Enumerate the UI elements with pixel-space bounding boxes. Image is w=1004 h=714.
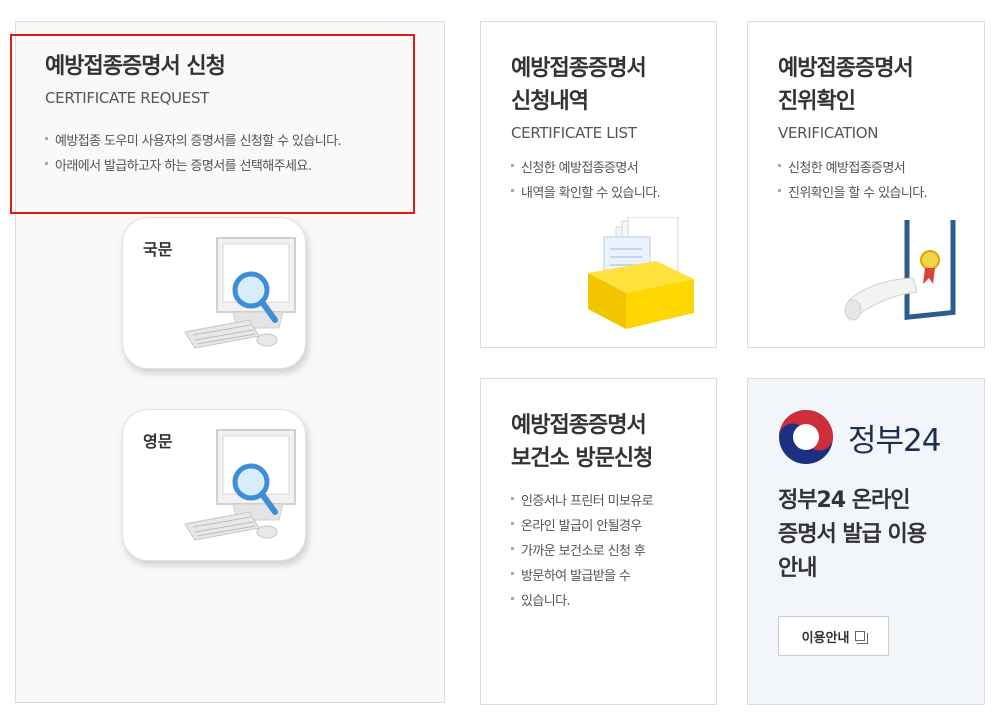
visit-description: 인증서나 프린터 미보유로 온라인 발급이 안될경우 가까운 보건소로 신청 후… — [511, 489, 711, 614]
computer-search-icon — [184, 237, 296, 349]
verify-desc-line: 진위확인을 할 수 있습니다. — [778, 181, 978, 206]
list-desc-line: 내역을 확인할 수 있습니다. — [511, 181, 711, 206]
visit-desc-line: 있습니다. — [511, 589, 711, 614]
verification-panel[interactable]: 예방접종증명서 진위확인 VERIFICATION 신청한 예방접종증명서 진위… — [747, 21, 985, 348]
list-title: 예방접종증명서 신청내역 — [511, 52, 711, 118]
list-desc-line: 신청한 예방접종증명서 — [511, 156, 711, 181]
certificate-request-header: 예방접종증명서 신청 CERTIFICATE REQUEST 예방접종 도우미 … — [45, 50, 342, 179]
certificate-list-panel[interactable]: 예방접종증명서 신청내역 CERTIFICATE LIST 신청한 예방접종증명… — [480, 21, 717, 348]
visit-desc-line: 인증서나 프린터 미보유로 — [511, 489, 711, 514]
request-title: 예방접종증명서 신청 — [45, 54, 226, 79]
list-description: 신청한 예방접종증명서 내역을 확인할 수 있습니다. — [511, 156, 711, 206]
taegeuk-icon — [779, 410, 833, 464]
guide-button-label: 이용안내 — [801, 630, 850, 646]
document-box-icon — [588, 217, 694, 329]
verify-text: 예방접종증명서 진위확인 VERIFICATION 신청한 예방접종증명서 진위… — [778, 52, 978, 206]
visit-desc-line: 온라인 발급이 안될경우 — [511, 514, 711, 539]
list-text: 예방접종증명서 신청내역 CERTIFICATE LIST 신청한 예방접종증명… — [511, 52, 711, 206]
request-description: 예방접종 도우미 사용자의 증명서를 신청할 수 있습니다. 아래에서 발급하고… — [45, 129, 342, 179]
list-title-line: 예방접종증명서 — [511, 56, 647, 81]
gov24-title-line: 증명서 발급 이용 — [778, 522, 927, 547]
certificate-scroll-icon — [844, 220, 956, 321]
verify-title: 예방접종증명서 진위확인 — [778, 52, 978, 118]
visit-text: 예방접종증명서 보건소 방문신청 인증서나 프린터 미보유로 온라인 발급이 안… — [511, 409, 711, 614]
gov24-logo-text: 정부24 — [848, 422, 941, 459]
korean-certificate-button[interactable]: 국문 — [122, 217, 306, 369]
gov24-panel: 정부24 정부24 온라인 증명서 발급 이용 안내 이용안내 — [747, 378, 985, 705]
computer-search-icon — [184, 429, 296, 541]
visit-title-line: 예방접종증명서 — [511, 413, 647, 438]
visit-title-line: 보건소 방문신청 — [511, 446, 653, 471]
visit-title: 예방접종증명서 보건소 방문신청 — [511, 409, 711, 475]
request-desc-item: 예방접종 도우미 사용자의 증명서를 신청할 수 있습니다. — [45, 129, 342, 154]
verify-subtitle: VERIFICATION — [778, 124, 879, 142]
list-subtitle: CERTIFICATE LIST — [511, 124, 637, 142]
english-certificate-button[interactable]: 영문 — [122, 409, 306, 561]
gov24-title-line: 정부24 온라인 — [778, 488, 910, 513]
gov24-title: 정부24 온라인 증명서 발급 이용 안내 — [778, 484, 968, 586]
visit-desc-line: 가까운 보건소로 신청 후 — [511, 539, 711, 564]
new-window-icon — [855, 631, 869, 644]
verify-title-line: 진위확인 — [778, 89, 856, 114]
request-desc-item: 아래에서 발급하고자 하는 증명서를 선택해주세요. — [45, 154, 341, 179]
list-title-line: 신청내역 — [511, 89, 589, 114]
verify-desc-line: 신청한 예방접종증명서 — [778, 156, 978, 181]
visit-desc-line: 방문하여 발급받을 수 — [511, 564, 711, 589]
gov24-title-line: 안내 — [778, 556, 817, 581]
gov24-guide-button[interactable]: 이용안내 — [778, 616, 889, 656]
health-center-visit-panel[interactable]: 예방접종증명서 보건소 방문신청 인증서나 프린터 미보유로 온라인 발급이 안… — [480, 378, 717, 705]
verify-title-line: 예방접종증명서 — [778, 56, 914, 81]
gov24-logo: 정부24 — [778, 409, 941, 465]
request-subtitle: CERTIFICATE REQUEST — [45, 89, 210, 107]
verify-description: 신청한 예방접종증명서 진위확인을 할 수 있습니다. — [778, 156, 978, 206]
